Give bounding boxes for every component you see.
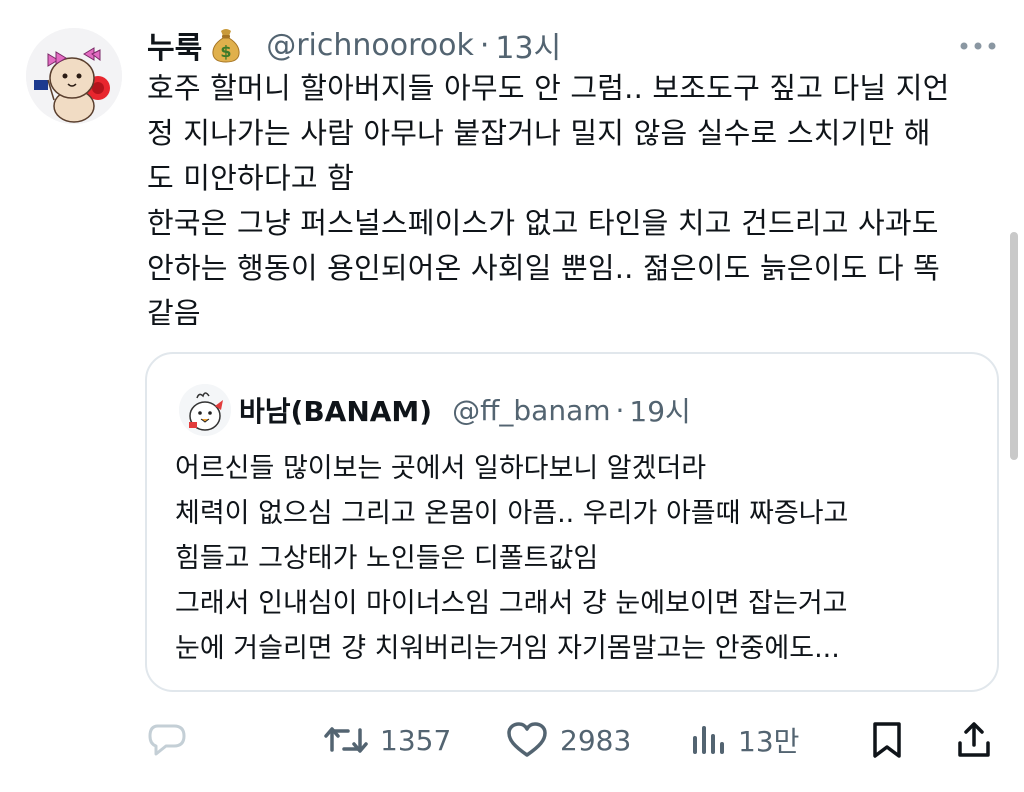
quote-author-handle[interactable]: @ff_banam [452, 394, 610, 427]
author-handle[interactable]: @richnoorook [266, 28, 474, 63]
like-button[interactable]: 2983 [506, 712, 631, 768]
quote-text-line: 그래서 인내심이 마이너스임 그래서 걍 눈에보이면 잡는거고 [175, 588, 848, 619]
quote-text-line: 눈에 거슬리면 걍 치워버리는거임 자기몸말고는 안중에도... [175, 633, 840, 664]
tweet-text: 호주 할머니 할아버지들 아무도 안 그럼.. 보조도구 짚고 다닐 지언 정 … [147, 66, 1007, 336]
money-bag-icon: $ [210, 27, 242, 63]
more-options-icon[interactable] [958, 36, 998, 56]
scrollbar-thumb[interactable] [1010, 232, 1018, 460]
author-name[interactable]: 누룩 [147, 23, 202, 67]
bookmark-button[interactable] [870, 712, 904, 768]
views-button[interactable]: 13만 [690, 712, 799, 768]
quote-text-line: 힘들고 그상태가 노인들은 디폴트값임 [175, 543, 599, 574]
author-avatar[interactable] [26, 28, 122, 124]
retweet-count: 1357 [380, 723, 452, 757]
quote-header: 바남(BANAM) @ff_banam · 19시 [239, 390, 691, 430]
tweet-action-bar: 1357 2983 13만 [0, 712, 1024, 768]
quote-avatar-illustration [179, 384, 231, 436]
quote-header-separator: · [615, 393, 625, 427]
author-avatar-illustration [26, 28, 122, 124]
tweet-text-line: 도 미안하다고 함 [147, 161, 354, 195]
tweet-text-line: 호주 할머니 할아버지들 아무도 안 그럼.. 보조도구 짚고 다닐 지언 [147, 71, 950, 105]
bookmark-icon [870, 720, 904, 760]
tweet-text-line: 안하는 행동이 용인되어온 사회일 뿐임.. 젊은이도 늙은이도 다 똑 [147, 251, 941, 285]
share-button[interactable] [956, 712, 992, 768]
header-separator: · [479, 27, 490, 63]
heart-icon [506, 721, 548, 759]
view-count: 13만 [738, 725, 800, 758]
svg-text:$: $ [221, 42, 232, 61]
retweet-button[interactable]: 1357 [324, 712, 451, 768]
reply-icon [146, 720, 188, 760]
quote-text-line: 체력이 없으심 그리고 온몸이 아픔.. 우리가 아플때 짜증나고 [175, 498, 849, 529]
quote-author-avatar[interactable] [179, 384, 231, 436]
quote-time[interactable]: 19시 [629, 390, 690, 430]
like-count: 2983 [560, 723, 632, 757]
tweet-text-line: 같음 [147, 296, 201, 330]
share-icon [956, 721, 992, 759]
tweet-time[interactable]: 13시 [495, 23, 561, 67]
quote-text-line: 어르신들 많이보는 곳에서 일하다보니 알겠더라 [175, 453, 707, 484]
quote-tweet-card[interactable]: 바남(BANAM) @ff_banam · 19시 어르신들 많이보는 곳에서 … [145, 352, 999, 692]
tweet-text-line: 한국은 그냥 퍼스널스페이스가 없고 타인을 치고 건드리고 사과도 [147, 206, 939, 240]
quote-text: 어르신들 많이보는 곳에서 일하다보니 알겠더라 체력이 없으심 그리고 온몸이… [175, 446, 985, 671]
quote-author-name[interactable]: 바남(BANAM) [239, 390, 432, 430]
tweet-header: 누룩 $ @richnoorook · 13시 [147, 22, 561, 68]
retweet-icon [324, 722, 368, 758]
analytics-icon [690, 722, 726, 758]
tweet-text-line: 정 지나가는 사람 아무나 붙잡거나 밀지 않음 실수로 스치기만 해 [147, 116, 931, 150]
reply-button[interactable] [146, 712, 188, 768]
